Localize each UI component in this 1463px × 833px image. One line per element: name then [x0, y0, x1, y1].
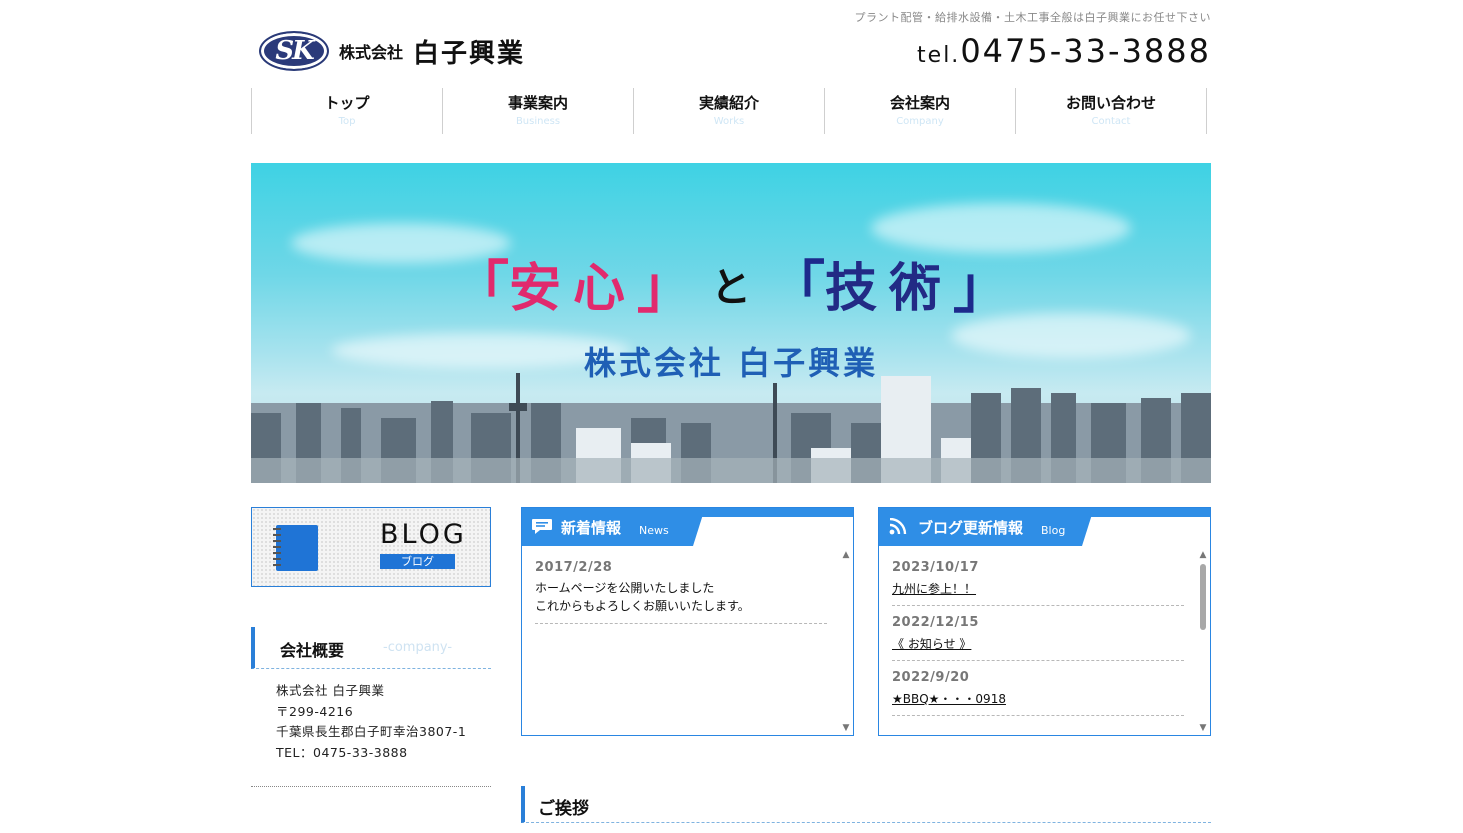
- news-text: ホームページを公開いたしました: [535, 581, 715, 595]
- bracket-close: 」: [953, 256, 1010, 321]
- greeting-heading: ご挨拶: [521, 786, 1211, 823]
- blog-banner-title: BLOG: [380, 519, 467, 550]
- news-list[interactable]: 2017/2/28 ホームページを公開いたしました これからもよろしくお願いいた…: [535, 554, 827, 735]
- bracket-close: 」: [637, 256, 693, 321]
- global-nav: トップ Top 事業案内 Business 実績紹介 Works 会社案内 Co…: [251, 88, 1207, 134]
- nav-label: お問い合わせ: [1065, 94, 1156, 112]
- blog-tab: ブログ更新情報 Blog: [879, 508, 1094, 546]
- news-tab: 新着情報 News: [522, 508, 705, 546]
- news-date: 2017/2/28: [535, 560, 613, 575]
- nav-label-en: Top: [338, 116, 356, 127]
- scroll-down-arrow-icon[interactable]: ▼: [841, 723, 851, 733]
- blog-entry-date: 2023/10/17: [892, 560, 979, 575]
- blog-banner-link[interactable]: BLOG ブログ: [251, 507, 491, 587]
- nav-label: 実績紹介: [698, 94, 759, 112]
- blog-scrollbar[interactable]: ▲ ▼: [1198, 550, 1208, 733]
- bracket-open: 「: [452, 256, 509, 321]
- nav-label-en: Company: [896, 116, 944, 127]
- blog-updates-title: ブログ更新情報: [918, 518, 1024, 537]
- blog-entry: 2022/12/15 《 お知らせ 》: [892, 615, 1184, 661]
- page-wrapper: プラント配管・給排水設備・土木工事全般は白子興業にお任せ下さい SK 株式会社 …: [251, 0, 1211, 833]
- logo-company-type: 株式会社: [339, 43, 404, 62]
- logo-mark: SK: [259, 31, 329, 71]
- news-title-en: News: [639, 523, 669, 537]
- company-heading-en: -company-: [383, 640, 453, 655]
- scrollbar-thumb[interactable]: [1200, 564, 1206, 630]
- notebook-rings-icon: [273, 528, 281, 568]
- company-heading-label: 会社概要: [280, 641, 345, 660]
- blog-entry-date: 2022/12/15: [892, 615, 979, 630]
- hero-word-anshin: 安心: [508, 259, 637, 319]
- tel-number: 0475-33-3888: [960, 32, 1211, 70]
- header-tagline: プラント配管・給排水設備・土木工事全般は白子興業にお任せ下さい: [854, 11, 1211, 24]
- blog-entry-link[interactable]: 《 お知らせ 》: [892, 635, 971, 652]
- tel-prefix: tel.: [917, 43, 961, 68]
- site-logo[interactable]: SK 株式会社 白子興業: [259, 30, 525, 72]
- news-entry: 2017/2/28 ホームページを公開いたしました これからもよろしくお願いいた…: [535, 560, 827, 624]
- nav-label-en: Business: [515, 116, 561, 127]
- company-name: 株式会社 白子興業: [276, 683, 385, 698]
- company-address: 千葉県長生郡白子町幸治3807-1: [276, 724, 467, 739]
- city-skyline-image: [251, 373, 1211, 483]
- news-text: これからもよろしくお願いいたします。: [535, 599, 750, 613]
- hero-headline: 「安心」と「技術」: [251, 243, 1211, 324]
- notebook-icon: [276, 525, 318, 571]
- scroll-down-arrow-icon[interactable]: ▼: [1198, 723, 1208, 733]
- nav-item-company[interactable]: 会社案内 Company: [824, 88, 1015, 134]
- nav-label: 事業案内: [507, 94, 568, 112]
- blog-updates-title-en: Blog: [1041, 523, 1066, 537]
- scroll-up-arrow-icon[interactable]: ▲: [841, 550, 851, 560]
- nav-label: 会社案内: [889, 94, 950, 112]
- bracket-open: 「: [769, 256, 825, 321]
- nav-item-contact[interactable]: お問い合わせ Contact: [1015, 88, 1207, 134]
- logo-company-name: 白子興業: [413, 38, 526, 69]
- blog-entry: 2023/10/17 九州に参上！！: [892, 560, 1184, 606]
- blog-banner-subtitle: ブログ: [380, 554, 455, 569]
- blog-entry-link[interactable]: ★BBQ★・・・0918: [892, 690, 1006, 707]
- nav-label: トップ: [324, 94, 370, 112]
- nav-label-en: Contact: [1091, 116, 1131, 127]
- company-overview-heading: 会社概要 -company-: [251, 627, 491, 669]
- news-panel-header: 新着情報 News: [522, 508, 853, 546]
- hero-banner: 「安心」と「技術」 株式会社 白子興業: [251, 163, 1211, 483]
- news-panel: 新着情報 News 2017/2/28 ホームページを公開いたしました これから…: [521, 507, 854, 736]
- news-scrollbar[interactable]: ▲ ▼: [841, 550, 851, 733]
- nav-item-top[interactable]: トップ Top: [251, 88, 442, 134]
- hero-connector: と: [711, 264, 751, 311]
- blog-entry-date: 2022/9/20: [892, 670, 970, 685]
- nav-item-business[interactable]: 事業案内 Business: [442, 88, 633, 134]
- divider: [251, 786, 491, 787]
- blog-panel-header: ブログ更新情報 Blog: [879, 508, 1210, 546]
- greeting-heading-label: ご挨拶: [538, 799, 589, 819]
- blog-entry: 2022/9/20 ★BBQ★・・・0918: [892, 670, 1184, 716]
- news-title: 新着情報: [561, 518, 622, 537]
- company-info: 株式会社 白子興業 〒299-4216 千葉県長生郡白子町幸治3807-1 TE…: [276, 681, 466, 763]
- blog-entry-link[interactable]: 九州に参上！！: [892, 580, 976, 597]
- company-postal: 〒299-4216: [276, 703, 354, 719]
- hero-word-gijutsu: 技術: [825, 259, 954, 319]
- scroll-up-arrow-icon[interactable]: ▲: [1198, 550, 1208, 560]
- company-tel: TEL：0475-33-3888: [276, 744, 408, 760]
- nav-item-works[interactable]: 実績紹介 Works: [633, 88, 824, 134]
- nav-label-en: Works: [713, 116, 745, 127]
- rss-icon: [888, 518, 910, 536]
- blog-updates-list[interactable]: 2023/10/17 九州に参上！！ 2022/12/15 《 お知らせ 》 2…: [892, 554, 1184, 735]
- header-phone: tel.0475-33-3888: [917, 32, 1211, 70]
- blog-updates-panel: ブログ更新情報 Blog 2023/10/17 九州に参上！！ 2022/12/…: [878, 507, 1211, 736]
- speech-bubble-icon: [531, 518, 553, 536]
